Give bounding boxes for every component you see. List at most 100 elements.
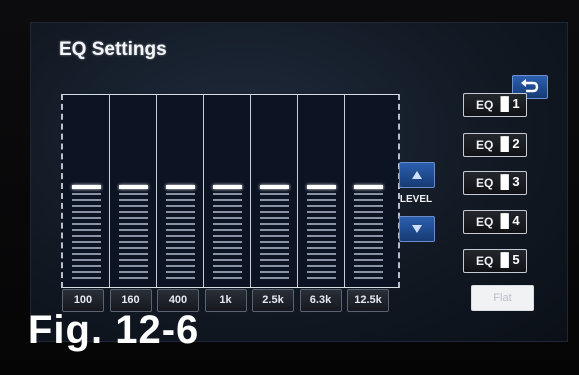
eq-preset-button[interactable]: EQ ▐▌1 [463, 93, 527, 117]
eq-band-slider[interactable] [63, 95, 110, 287]
eq-band-level-segment [119, 217, 148, 219]
eq-band-level-indicator[interactable] [260, 185, 289, 189]
eq-band-level-segment [166, 229, 195, 231]
eq-band-level-indicator[interactable] [72, 185, 101, 189]
equalizer-bars-icon: ▐▌1 [496, 96, 520, 111]
figure-caption: Fig. 12-6 [28, 308, 200, 352]
eq-band-level-segment [72, 217, 101, 219]
eq-band-level-segment [72, 241, 101, 243]
eq-band-level-segment [260, 211, 289, 213]
eq-band-level-segment [119, 271, 148, 273]
eq-band-level-segment [307, 271, 336, 273]
eq-band-level-segment [72, 229, 101, 231]
eq-band-slider[interactable] [345, 95, 391, 287]
preset-number: 2 [512, 136, 519, 151]
eq-band-level-segment [119, 277, 148, 279]
eq-band-level-segment [307, 259, 336, 261]
eq-band-level-indicator[interactable] [119, 185, 148, 189]
eq-band-level-segment [119, 259, 148, 261]
eq-band-level-segment [72, 235, 101, 237]
eq-band-graph [61, 94, 400, 288]
eq-band-level-segment [72, 223, 101, 225]
eq-band-level-segment [72, 193, 101, 195]
eq-band-level-segment [166, 205, 195, 207]
eq-band-level-segment [166, 199, 195, 201]
eq-band-level-segment [72, 265, 101, 267]
eq-preset-button[interactable]: EQ ▐▌3 [463, 171, 527, 195]
preset-number: 5 [512, 252, 519, 267]
frequency-button[interactable]: 6.3k [299, 289, 342, 312]
eq-preset-button[interactable]: EQ ▐▌2 [463, 133, 527, 157]
bars-glyph: ▐▌ [496, 136, 513, 151]
eq-band-level-segment [166, 193, 195, 195]
eq-band-level-segment [307, 211, 336, 213]
eq-settings-screen: EQ Settings 100 160 400 1k 2.5k 6.3k 12.5k LEV… [30, 22, 568, 342]
eq-band-level-segment [213, 223, 242, 225]
eq-band-level-indicator[interactable] [307, 185, 336, 189]
eq-band-slider[interactable] [204, 95, 251, 287]
eq-band-level-segment [119, 235, 148, 237]
eq-band-level-segment [354, 235, 383, 237]
preset-eq-label: EQ [476, 138, 494, 152]
frequency-button[interactable]: 2.5k [252, 289, 294, 312]
eq-band-level-segment [307, 241, 336, 243]
bars-glyph: ▐▌ [496, 252, 513, 267]
eq-band-level-segment [72, 253, 101, 255]
eq-band-level-segment [72, 247, 101, 249]
eq-band-level-segment [354, 265, 383, 267]
bars-glyph: ▐▌ [496, 96, 513, 111]
eq-band-level-segment [166, 253, 195, 255]
eq-band-slider[interactable] [110, 95, 157, 287]
eq-band-level-indicator[interactable] [166, 185, 195, 189]
eq-band-level-segment [307, 205, 336, 207]
level-label: LEVEL [399, 194, 433, 205]
eq-band-level-segment [260, 253, 289, 255]
frequency-button[interactable]: 12.5k [347, 289, 389, 312]
eq-band-level-segment [260, 247, 289, 249]
eq-band-level-segment [354, 193, 383, 195]
eq-band-level-segment [72, 259, 101, 261]
eq-band-level-segment [213, 193, 242, 195]
eq-preset-button[interactable]: EQ ▐▌4 [463, 210, 527, 234]
page-title: EQ Settings [59, 39, 167, 60]
eq-band-level-segment [307, 235, 336, 237]
eq-preset-button[interactable]: EQ ▐▌5 [463, 249, 527, 273]
eq-band-level-segment [213, 241, 242, 243]
eq-band-level-segment [354, 211, 383, 213]
level-down-button[interactable] [399, 216, 435, 242]
eq-band-level-segment [119, 229, 148, 231]
eq-band-level-segment [260, 265, 289, 267]
frequency-button[interactable]: 1k [204, 289, 247, 312]
eq-band-level-segment [213, 253, 242, 255]
eq-band-level-indicator[interactable] [354, 185, 383, 189]
eq-band-slider[interactable] [157, 95, 204, 287]
preset-number: 4 [512, 213, 519, 228]
eq-band-level-segment [354, 229, 383, 231]
equalizer-bars-icon: ▐▌3 [496, 174, 520, 189]
eq-band-level-indicator[interactable] [213, 185, 242, 189]
eq-band-level-segment [72, 205, 101, 207]
eq-band-level-segment [260, 199, 289, 201]
eq-band-level-segment [166, 235, 195, 237]
eq-band-level-segment [213, 211, 242, 213]
eq-band-level-segment [354, 259, 383, 261]
eq-band-level-segment [354, 253, 383, 255]
eq-band-level-segment [354, 277, 383, 279]
eq-band-level-segment [213, 247, 242, 249]
eq-band-level-segment [213, 271, 242, 273]
preset-eq-label: EQ [476, 254, 494, 268]
level-up-button[interactable] [399, 162, 435, 188]
eq-band-slider[interactable] [298, 95, 345, 287]
eq-band-slider[interactable] [251, 95, 298, 287]
eq-band-level-segment [354, 217, 383, 219]
eq-band-level-segment [119, 247, 148, 249]
preset-number: 3 [512, 174, 519, 189]
back-arrow-icon [521, 79, 539, 93]
preset-number: 1 [512, 96, 519, 111]
eq-band-level-segment [72, 277, 101, 279]
flat-button[interactable]: Flat [471, 285, 534, 311]
eq-band-level-segment [213, 217, 242, 219]
eq-band-level-segment [119, 211, 148, 213]
eq-band-level-segment [119, 205, 148, 207]
eq-band-level-segment [213, 205, 242, 207]
